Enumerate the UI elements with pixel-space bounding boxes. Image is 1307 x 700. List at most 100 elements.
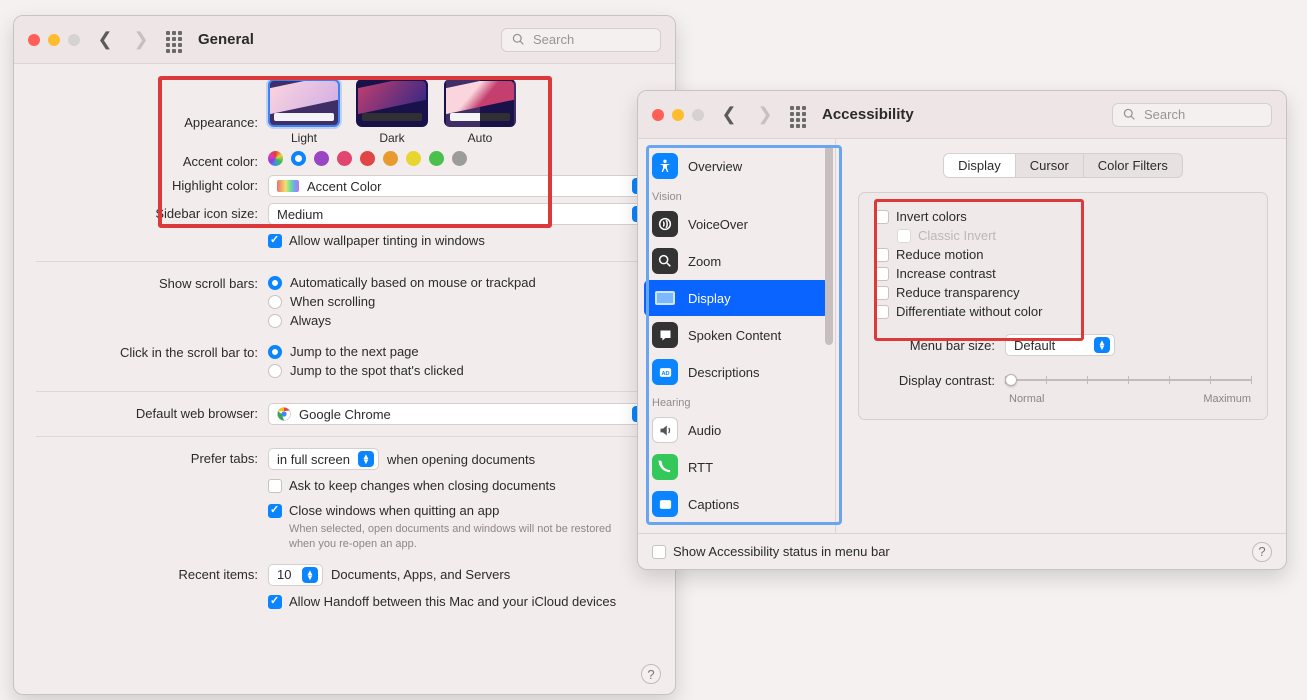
general-window: ❮ ❯ General Search Appearance: Light — [13, 15, 676, 695]
click-next[interactable]: Jump to the next page — [268, 342, 653, 361]
browser-label: Default web browser: — [36, 403, 268, 421]
accent-label: Accent color: — [36, 151, 268, 169]
window-title: Accessibility — [822, 106, 914, 123]
recent-select[interactable]: 10 — [268, 564, 323, 586]
contrast-slider[interactable] — [1005, 372, 1251, 388]
sidebar-item-captions[interactable]: Captions — [644, 486, 829, 522]
sidebar-item-display[interactable]: Display — [644, 280, 829, 316]
sidebar-size-select[interactable]: Medium — [268, 203, 653, 225]
browser-select[interactable]: Google Chrome — [268, 403, 653, 425]
checkbox-icon — [268, 504, 282, 518]
contrast-label: Display contrast: — [875, 373, 995, 388]
sidebar-item-overview[interactable]: Overview — [644, 148, 829, 184]
appearance-thumbs: Light Dark Auto — [268, 79, 653, 145]
stepper-icon — [1094, 337, 1110, 353]
accent-purple[interactable] — [314, 151, 329, 166]
recent-label: Recent items: — [36, 564, 268, 582]
search-placeholder: Search — [1144, 107, 1185, 122]
search-input[interactable]: Search — [1112, 103, 1272, 127]
accent-multi[interactable] — [268, 151, 283, 166]
rtt-icon — [652, 454, 678, 480]
classic-invert-checkbox: Classic Invert — [897, 226, 1251, 245]
contrast-min: Normal — [1009, 393, 1044, 405]
forward-button[interactable]: ❯ — [130, 29, 152, 51]
status-menubar-checkbox[interactable]: Show Accessibility status in menu bar — [652, 542, 890, 561]
titlebar: ❮ ❯ Accessibility Search — [638, 91, 1286, 139]
search-input[interactable]: Search — [501, 28, 661, 52]
menu-size-select[interactable]: Default — [1005, 334, 1115, 356]
accessibility-window: ❮ ❯ Accessibility Search Overview Vision — [637, 90, 1287, 570]
descriptions-icon: AD — [652, 359, 678, 385]
zoom-icon[interactable] — [692, 109, 704, 121]
category-vision: Vision — [644, 185, 829, 205]
accent-gray[interactable] — [452, 151, 467, 166]
show-all-icon[interactable] — [166, 31, 184, 49]
accent-blue[interactable] — [291, 151, 306, 166]
scroll-auto[interactable]: Automatically based on mouse or trackpad — [268, 273, 653, 292]
zoom-icon — [652, 248, 678, 274]
sidebar-item-spoken[interactable]: Spoken Content — [644, 317, 829, 353]
sidebar-item-audio[interactable]: Audio — [644, 412, 829, 448]
reduce-motion-checkbox[interactable]: Reduce motion — [875, 245, 1251, 264]
appearance-dark[interactable]: Dark — [356, 79, 428, 145]
back-button[interactable]: ❮ — [718, 104, 740, 126]
tab-cursor[interactable]: Cursor — [1016, 154, 1084, 177]
sidebar-size-label: Sidebar icon size: — [36, 203, 268, 221]
category-hearing: Hearing — [644, 391, 829, 411]
help-button[interactable]: ? — [1252, 542, 1272, 562]
window-title: General — [198, 31, 254, 48]
accent-swatches — [268, 151, 653, 166]
accent-pink[interactable] — [337, 151, 352, 166]
increase-contrast-checkbox[interactable]: Increase contrast — [875, 264, 1251, 283]
tab-color-filters[interactable]: Color Filters — [1084, 154, 1182, 177]
tab-display[interactable]: Display — [944, 154, 1016, 177]
voiceover-icon — [652, 211, 678, 237]
sidebar[interactable]: Overview Vision VoiceOver Zoom Display — [638, 139, 836, 533]
differentiate-checkbox[interactable]: Differentiate without color — [875, 302, 1251, 321]
zoom-icon[interactable] — [68, 34, 80, 46]
sidebar-item-zoom[interactable]: Zoom — [644, 243, 829, 279]
scrollbar-thumb[interactable] — [825, 145, 833, 345]
accent-green[interactable] — [429, 151, 444, 166]
help-button[interactable]: ? — [641, 664, 661, 684]
traffic-lights — [28, 34, 80, 46]
appearance-auto[interactable]: Auto — [444, 79, 516, 145]
chrome-icon — [277, 407, 291, 421]
sidebar-item-rtt[interactable]: RTT — [644, 449, 829, 485]
sidebar-item-voiceover[interactable]: VoiceOver — [644, 206, 829, 242]
tabs-select[interactable]: in full screen — [268, 448, 379, 470]
minimize-icon[interactable] — [672, 109, 684, 121]
ask-keep-checkbox[interactable]: Ask to keep changes when closing documen… — [268, 476, 653, 495]
traffic-lights — [652, 109, 704, 121]
accent-red[interactable] — [360, 151, 375, 166]
appearance-label: Appearance: — [36, 79, 268, 130]
accent-orange[interactable] — [383, 151, 398, 166]
highlight-select[interactable]: Accent Color — [268, 175, 653, 197]
close-icon[interactable] — [652, 109, 664, 121]
scroll-when[interactable]: When scrolling — [268, 292, 653, 311]
menu-size-label: Menu bar size: — [875, 338, 995, 353]
titlebar: ❮ ❯ General Search — [14, 16, 675, 64]
click-spot[interactable]: Jump to the spot that's clicked — [268, 361, 653, 380]
checkbox-icon — [268, 479, 282, 493]
close-icon[interactable] — [28, 34, 40, 46]
handoff-checkbox[interactable]: Allow Handoff between this Mac and your … — [268, 592, 653, 611]
display-panel: Invert colors Classic Invert Reduce moti… — [858, 192, 1268, 420]
search-placeholder: Search — [533, 32, 574, 47]
display-icon — [652, 285, 678, 311]
close-quit-checkbox[interactable]: Close windows when quitting an app When … — [268, 501, 653, 554]
reduce-transparency-checkbox[interactable]: Reduce transparency — [875, 283, 1251, 302]
appearance-light[interactable]: Light — [268, 79, 340, 145]
forward-button[interactable]: ❯ — [754, 104, 776, 126]
scroll-always[interactable]: Always — [268, 311, 653, 330]
scroll-label: Show scroll bars: — [36, 273, 268, 291]
show-all-icon[interactable] — [790, 106, 808, 124]
back-button[interactable]: ❮ — [94, 29, 116, 51]
minimize-icon[interactable] — [48, 34, 60, 46]
sidebar-item-descriptions[interactable]: AD Descriptions — [644, 354, 829, 390]
accent-yellow[interactable] — [406, 151, 421, 166]
invert-colors-checkbox[interactable]: Invert colors — [875, 207, 1251, 226]
tabs-suffix: when opening documents — [387, 452, 535, 467]
allow-tint-checkbox[interactable]: Allow wallpaper tinting in windows — [268, 231, 653, 250]
svg-text:AD: AD — [661, 371, 669, 377]
